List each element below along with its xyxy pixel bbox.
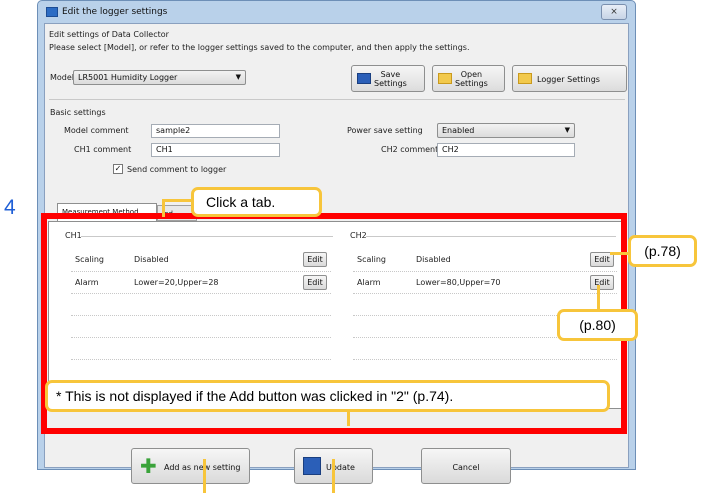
model-select-value: LR5001 Humidity Logger (78, 73, 178, 82)
save-label-line1: Save (380, 70, 401, 79)
callout-pointer (165, 199, 194, 202)
header-line1: Edit settings of Data Collector (49, 30, 169, 39)
callout-pointer (203, 459, 206, 493)
cancel-button[interactable]: Cancel (421, 448, 511, 484)
p78-text: (p.78) (644, 243, 681, 259)
power-save-value: Enabled (442, 126, 475, 135)
model-comment-label: Model comment (64, 126, 129, 135)
logger-settings-label: Logger Settings (537, 75, 600, 84)
click-tab-text: Click a tab. (206, 194, 276, 210)
callout-pointer (597, 285, 600, 310)
add-icon: ✚ (140, 454, 157, 478)
power-save-label: Power save setting (347, 126, 423, 135)
checkmark-icon: ✓ (114, 164, 122, 173)
chevron-down-icon: ▼ (235, 73, 241, 81)
save-label-line2: Settings (374, 79, 407, 88)
note-callout: * This is not displayed if the Add butto… (45, 380, 610, 412)
callout-pointer (610, 252, 630, 255)
open-label-line2: Settings (455, 79, 488, 88)
model-comment-input[interactable]: sample2 (151, 124, 280, 138)
click-tab-callout: Click a tab. (191, 187, 322, 217)
save-settings-button[interactable]: Save Settings (351, 65, 425, 92)
callout-pointer (347, 412, 350, 426)
divider (49, 99, 625, 100)
app-icon (46, 7, 58, 17)
power-save-select[interactable]: Enabled ▼ (437, 123, 575, 138)
callout-pointer (332, 459, 335, 493)
header-line2: Please select [Model], or refer to the l… (49, 43, 470, 52)
update-label: Update (326, 463, 355, 472)
p78-callout: (p.78) (628, 235, 697, 267)
send-comment-label: Send comment to logger (127, 165, 227, 174)
title-bar: Edit the logger settings ⨯ (38, 1, 635, 23)
logger-settings-button[interactable]: Logger Settings (512, 65, 627, 92)
close-icon: ⨯ (610, 7, 618, 17)
note-text: * This is not displayed if the Add butto… (56, 388, 454, 404)
chevron-down-icon: ▼ (564, 126, 570, 134)
save-icon (303, 457, 321, 475)
save-button-label: Save Settings (374, 70, 407, 88)
cancel-label: Cancel (452, 463, 480, 472)
ch2-comment-input[interactable]: CH2 (437, 143, 575, 157)
ch2-comment-label: CH2 comment (381, 145, 439, 154)
open-settings-button[interactable]: Open Settings (432, 65, 505, 92)
folder-icon (438, 73, 452, 84)
open-label-line1: Open (460, 70, 483, 79)
basic-settings-heading: Basic settings (50, 108, 106, 117)
close-button[interactable]: ⨯ (601, 4, 627, 20)
folder-icon (518, 73, 532, 84)
add-as-new-setting-button[interactable]: ✚ Add as new setting (131, 448, 250, 484)
ch1-comment-label: CH1 comment (74, 145, 132, 154)
p80-text: (p.80) (579, 317, 616, 333)
model-select[interactable]: LR5001 Humidity Logger ▼ (73, 70, 246, 85)
ch1-comment-input[interactable]: CH1 (151, 143, 280, 157)
step-number: 4 (4, 196, 16, 219)
model-label: Model (50, 73, 75, 82)
save-icon (357, 73, 371, 84)
p80-callout: (p.80) (557, 309, 638, 341)
send-comment-checkbox[interactable]: ✓ (113, 164, 123, 174)
open-button-label: Open Settings (455, 70, 488, 88)
window-title: Edit the logger settings (62, 7, 168, 17)
